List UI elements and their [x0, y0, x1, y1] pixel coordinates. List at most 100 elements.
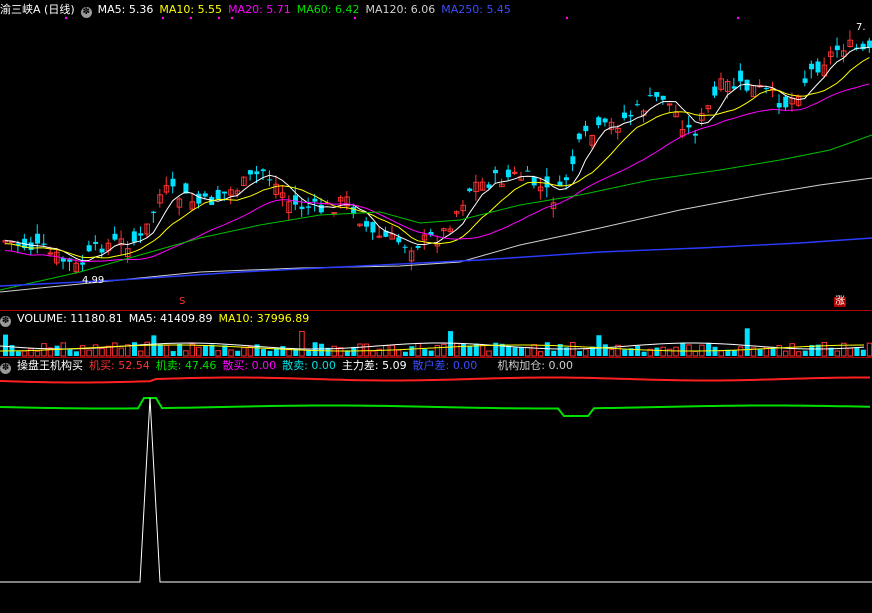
- candle-up: [512, 171, 518, 174]
- volume-bar-down: [73, 351, 79, 356]
- volume-bar-up: [776, 345, 782, 357]
- volume-bar-up: [782, 350, 789, 357]
- ma10-readout: MA10: 5.55: [159, 3, 223, 16]
- candle-down: [622, 112, 627, 119]
- volume-bar-down: [3, 334, 8, 356]
- candle-down: [35, 233, 41, 244]
- candle-down: [834, 45, 840, 51]
- candle-down: [467, 188, 473, 192]
- volume-bar-up: [34, 350, 41, 357]
- volume-bar-down: [15, 351, 21, 356]
- volume-bar-down: [854, 347, 860, 356]
- volume-bar-down: [712, 346, 718, 356]
- vol-ma10-readout: MA10: 37996.89: [218, 312, 310, 325]
- indicator-title[interactable]: 操盘王机构买: [17, 359, 83, 372]
- volume-bar-down: [802, 350, 808, 356]
- volume-bar-up: [834, 350, 841, 357]
- candle-down: [744, 79, 750, 91]
- volume-bar-up: [866, 342, 872, 357]
- inst-buy-line: [0, 376, 871, 384]
- volume-bar-up: [479, 344, 486, 357]
- volume-bar-up: [99, 347, 105, 357]
- volume-bar-down: [654, 347, 660, 356]
- volume-bar-up: [241, 347, 247, 357]
- volume-bar-up: [363, 343, 370, 357]
- candle-down: [247, 170, 253, 175]
- volume-bar-up: [608, 349, 615, 357]
- volume-bar-up: [299, 330, 305, 357]
- stock-chart-window: 渝三峡A (日线) ✽ MA5: 5.36 MA10: 5.55 MA20: 5.71 M…: [0, 0, 872, 613]
- gear-icon[interactable]: ✽: [80, 7, 92, 18]
- volume-bar-up: [395, 349, 402, 357]
- volume-bar-up: [660, 346, 666, 357]
- volume-panel-header: ✽ VOLUME: 11180.81 MA5: 41409.89 MA10: 3799…: [0, 311, 315, 327]
- candle-up: [331, 212, 337, 215]
- volume-bar-down: [635, 345, 641, 356]
- gear-icon[interactable]: ✽: [0, 363, 11, 374]
- volume-bar-down: [67, 349, 73, 356]
- volume-bar-up: [415, 342, 421, 357]
- candle-down: [318, 204, 324, 213]
- ma120-line: [0, 177, 872, 293]
- volume-bar-down: [519, 347, 524, 356]
- candle-down: [692, 133, 698, 136]
- candle-down: [531, 176, 537, 186]
- volume-bar-down: [467, 346, 473, 356]
- candle-down: [370, 222, 376, 233]
- candle-down: [28, 242, 34, 250]
- inst-buy-readout: 机买: 52.54: [89, 359, 150, 372]
- volume-bar-up: [21, 350, 28, 357]
- stock-title[interactable]: 渝三峡A (日线): [0, 3, 75, 16]
- candle-down: [563, 177, 569, 181]
- candle-down: [196, 193, 202, 204]
- chart-canvas: [0, 16, 872, 583]
- volume-bar-down: [319, 343, 325, 356]
- volume-bar-up: [383, 345, 389, 357]
- candle-down: [254, 171, 260, 175]
- volume-bar-up: [718, 350, 724, 357]
- candle-down: [415, 245, 421, 248]
- candle-down: [493, 169, 498, 174]
- volume-bar-up: [86, 349, 92, 357]
- volume-bar-down: [54, 345, 60, 356]
- candle-down: [260, 169, 266, 172]
- candle-down: [99, 248, 105, 253]
- volume-bar-up: [486, 350, 492, 357]
- ma250-readout: MA250: 5.45: [441, 3, 511, 16]
- volume-bar-up: [370, 350, 376, 357]
- volume-bar-down: [577, 351, 583, 356]
- volume-bar-up: [531, 344, 537, 357]
- volume-bar-down: [596, 335, 602, 356]
- volume-bar-up: [537, 351, 544, 357]
- ma250-line: [0, 237, 872, 287]
- candle-down: [628, 114, 634, 117]
- high-price-label: 7.: [856, 22, 866, 33]
- volume-bar-down: [506, 345, 512, 356]
- candle-down: [809, 63, 815, 70]
- gear-icon[interactable]: ✽: [0, 316, 11, 327]
- volume-bar-down: [235, 350, 241, 356]
- volume-bar-up: [286, 349, 292, 357]
- volume-bar-up: [789, 343, 795, 357]
- volume-bar-up: [583, 348, 589, 357]
- volume-bar-down: [209, 344, 215, 356]
- candle-down: [505, 169, 511, 178]
- volume-bar-up: [524, 346, 531, 357]
- volume-bar-up: [189, 343, 196, 357]
- candle-down: [80, 262, 86, 265]
- volume-bar-down: [428, 350, 434, 356]
- volume-bar-up: [454, 342, 460, 357]
- candle-down: [602, 118, 608, 123]
- volume-bar-up: [686, 344, 692, 357]
- ma5-readout: MA5: 5.36: [97, 3, 154, 16]
- volume-bar-down: [202, 345, 208, 356]
- volume-bar-down: [706, 342, 712, 356]
- volume-bar-up: [795, 351, 802, 357]
- retail-diff-readout: 散户差: 0.00: [412, 359, 478, 372]
- ma60-readout: MA60: 6.42: [296, 3, 360, 16]
- signal-zhang-label: 涨: [834, 296, 846, 307]
- candle-down: [293, 195, 299, 205]
- volume-bar-up: [163, 344, 170, 357]
- volume-bar-up: [228, 349, 234, 357]
- volume-bar-up: [389, 344, 395, 357]
